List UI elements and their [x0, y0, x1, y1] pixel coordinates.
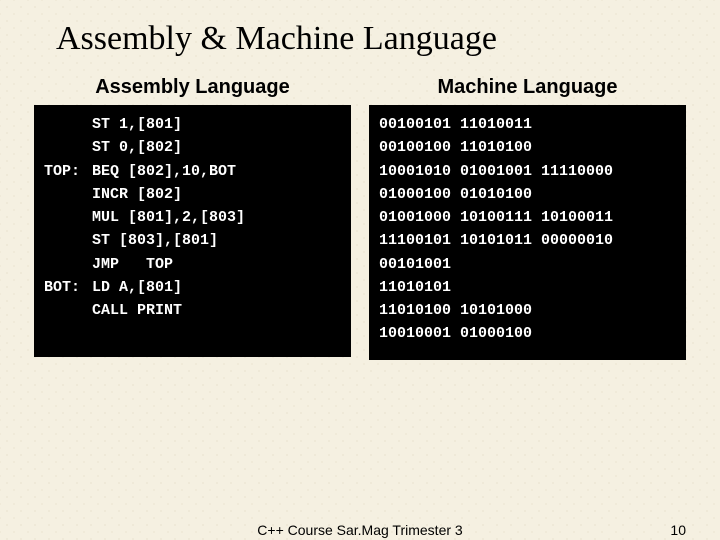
footer-course: C++ Course Sar.Mag Trimester 3 [0, 522, 720, 538]
machine-header: Machine Language [369, 76, 686, 99]
assembly-instruction: ST [803],[801] [92, 232, 218, 249]
assembly-line: TOP:BEQ [802],10,BOT [44, 160, 341, 183]
machine-line: 01000100 01010100 [379, 183, 676, 206]
slide-title: Assembly & Machine Language [0, 0, 720, 58]
assembly-code-box: ST 1,[801]ST 0,[802]TOP:BEQ [802],10,BOT… [34, 105, 351, 357]
assembly-line: INCR [802] [44, 183, 341, 206]
assembly-instruction: INCR [802] [92, 186, 182, 203]
assembly-header: Assembly Language [34, 76, 351, 99]
machine-line: 10010001 01000100 [379, 322, 676, 345]
assembly-line: ST [803],[801] [44, 229, 341, 252]
assembly-instruction: ST 1,[801] [92, 116, 182, 133]
assembly-instruction: LD A,[801] [92, 279, 182, 296]
assembly-instruction: BEQ [802],10,BOT [92, 163, 236, 180]
machine-line: 01001000 10100111 10100011 [379, 206, 676, 229]
machine-code-box: 00100101 1101001100100100 11010100100010… [369, 105, 686, 360]
assembly-label: TOP: [44, 160, 92, 183]
machine-line: 00100101 11010011 [379, 113, 676, 136]
assembly-line: CALL PRINT [44, 299, 341, 322]
assembly-line: BOT:LD A,[801] [44, 276, 341, 299]
machine-line: 10001010 01001001 11110000 [379, 160, 676, 183]
assembly-line: ST 0,[802] [44, 136, 341, 159]
assembly-column: Assembly Language ST 1,[801]ST 0,[802]TO… [34, 76, 351, 360]
machine-line: 00101001 [379, 253, 676, 276]
assembly-label: BOT: [44, 276, 92, 299]
machine-line: 11010100 10101000 [379, 299, 676, 322]
assembly-line: ST 1,[801] [44, 113, 341, 136]
assembly-line: JMP TOP [44, 253, 341, 276]
machine-line: 00100100 11010100 [379, 136, 676, 159]
assembly-instruction: CALL PRINT [92, 302, 182, 319]
footer-page-number: 10 [670, 522, 686, 538]
machine-column: Machine Language 00100101 11010011001001… [369, 76, 686, 360]
columns: Assembly Language ST 1,[801]ST 0,[802]TO… [0, 58, 720, 360]
machine-line: 11010101 [379, 276, 676, 299]
assembly-line: MUL [801],2,[803] [44, 206, 341, 229]
machine-line: 11100101 10101011 00000010 [379, 229, 676, 252]
assembly-instruction: MUL [801],2,[803] [92, 209, 245, 226]
assembly-instruction: ST 0,[802] [92, 139, 182, 156]
assembly-instruction: JMP TOP [92, 256, 173, 273]
